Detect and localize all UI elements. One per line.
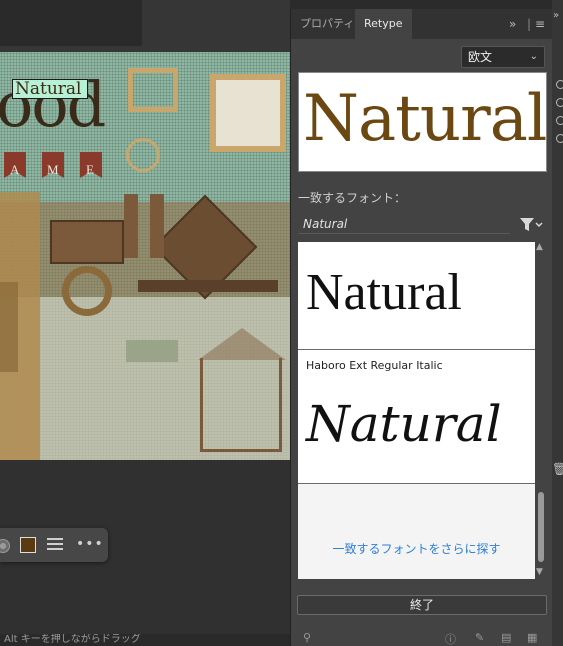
- font-sample: Natural: [306, 395, 502, 453]
- wreath-shape: [62, 266, 112, 316]
- frame-shape: [210, 74, 286, 152]
- font-result-item[interactable]: Haboro Ext Regular Italic Natural: [298, 350, 535, 484]
- info-icon[interactable]: ⓘ: [445, 631, 456, 646]
- flag-letter: M: [47, 162, 59, 177]
- layer-visibility-icon[interactable]: [556, 134, 563, 143]
- scroll-down-icon[interactable]: ▼: [536, 567, 543, 577]
- language-select-value: 欧文: [468, 50, 493, 64]
- contextual-task-bar: •••: [0, 528, 108, 562]
- document-tabstrip: [0, 0, 142, 46]
- retype-panel: プロパティ Retype » | ≡ 欧文 ⌄ Natural 一致するフォント…: [290, 9, 553, 646]
- paragraph-lines-icon[interactable]: [47, 538, 63, 552]
- grid-icon[interactable]: ▦: [527, 631, 537, 644]
- font-results-list: Natural Haboro Ext Regular Italic Natura…: [298, 242, 535, 579]
- matching-fonts-label: 一致するフォント：: [298, 191, 407, 205]
- tree-shape: [0, 282, 18, 372]
- divider: |: [527, 17, 532, 31]
- more-fonts-area: 一致するフォントをさらに探す: [298, 484, 535, 579]
- house-roof-shape: [198, 328, 286, 360]
- search-underline: [298, 233, 510, 234]
- font-sample: Natural: [306, 264, 462, 321]
- flag-letter: E: [86, 162, 94, 177]
- layer-visibility-icon[interactable]: [556, 98, 563, 107]
- frame-shape: [126, 138, 160, 172]
- artboard-canvas[interactable]: A M E ood Natural: [0, 52, 290, 460]
- more-dots-icon[interactable]: •••: [76, 536, 104, 552]
- panel-tab-bar: プロパティ Retype » | ≡: [291, 9, 553, 39]
- post-shape: [124, 194, 138, 258]
- document-tab-area: [0, 0, 290, 52]
- sign-shape: [50, 220, 124, 264]
- fill-swatch[interactable]: [20, 537, 36, 553]
- layers-icon[interactable]: ▤: [501, 631, 511, 644]
- find-more-fonts-link[interactable]: 一致するフォントをさらに探す: [298, 540, 535, 557]
- globe-icon[interactable]: [0, 539, 10, 553]
- chevron-down-icon: ⌄: [529, 51, 538, 62]
- panel-menu-icon[interactable]: ≡: [535, 9, 545, 39]
- post-shape: [150, 194, 164, 258]
- tab-properties[interactable]: プロパティ: [291, 9, 363, 39]
- frame-shape: [128, 68, 178, 112]
- language-select[interactable]: 欧文 ⌄: [461, 46, 545, 68]
- font-list-scrollbar[interactable]: ▲ ▼: [535, 242, 547, 579]
- filter-icon[interactable]: [519, 217, 543, 233]
- pen-icon[interactable]: ✎: [475, 631, 484, 644]
- arrow-sign-shape: [126, 340, 178, 362]
- search-icon[interactable]: ⚲: [303, 631, 311, 644]
- done-button[interactable]: 終了: [297, 595, 547, 615]
- panel-dock-strip: » 🗑: [552, 0, 563, 646]
- layer-visibility-icon[interactable]: [556, 116, 563, 125]
- trash-icon[interactable]: 🗑: [552, 462, 563, 476]
- font-search-field[interactable]: Natural: [303, 217, 347, 231]
- panel-footer: ⚲ ⓘ ✎ ▤ ▦: [291, 629, 553, 646]
- expand-dock-icon[interactable]: »: [553, 10, 559, 21]
- house-shape: [200, 358, 282, 452]
- font-name: Haboro Ext Regular Italic: [306, 359, 443, 372]
- rack-shape: [138, 280, 278, 292]
- scroll-thumb[interactable]: [538, 492, 544, 562]
- collapse-panel-icon[interactable]: »: [509, 9, 516, 39]
- tab-retype[interactable]: Retype: [355, 9, 412, 39]
- font-result-item[interactable]: Natural: [298, 242, 535, 350]
- text-preview: Natural: [298, 72, 547, 172]
- selected-text-object[interactable]: Natural: [12, 79, 88, 99]
- layer-visibility-icon[interactable]: [556, 80, 563, 89]
- flag-letter: A: [10, 162, 20, 177]
- status-bar-text: Alt キーを押しながらドラッグ: [0, 634, 290, 646]
- scroll-up-icon[interactable]: ▲: [536, 242, 543, 252]
- preview-text: Natural: [303, 82, 547, 156]
